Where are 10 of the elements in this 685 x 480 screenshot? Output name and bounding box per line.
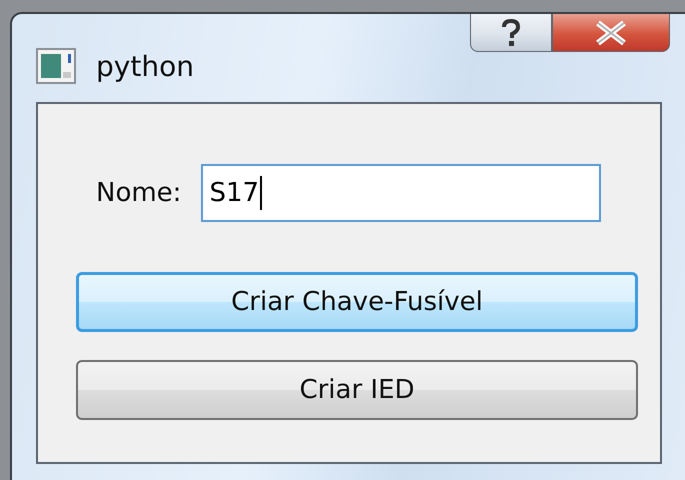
name-label: Nome: <box>96 178 182 208</box>
app-icon <box>36 48 76 84</box>
window-title: python <box>96 50 194 82</box>
create-button[interactable]: Criar IED <box>76 360 638 420</box>
close-icon <box>594 20 628 46</box>
create-button[interactable]: Criar Chave-Fusível <box>76 272 638 332</box>
close-button[interactable] <box>552 14 670 52</box>
help-icon <box>500 18 522 48</box>
name-field[interactable]: S17 <box>201 164 602 222</box>
help-button[interactable] <box>470 14 552 52</box>
